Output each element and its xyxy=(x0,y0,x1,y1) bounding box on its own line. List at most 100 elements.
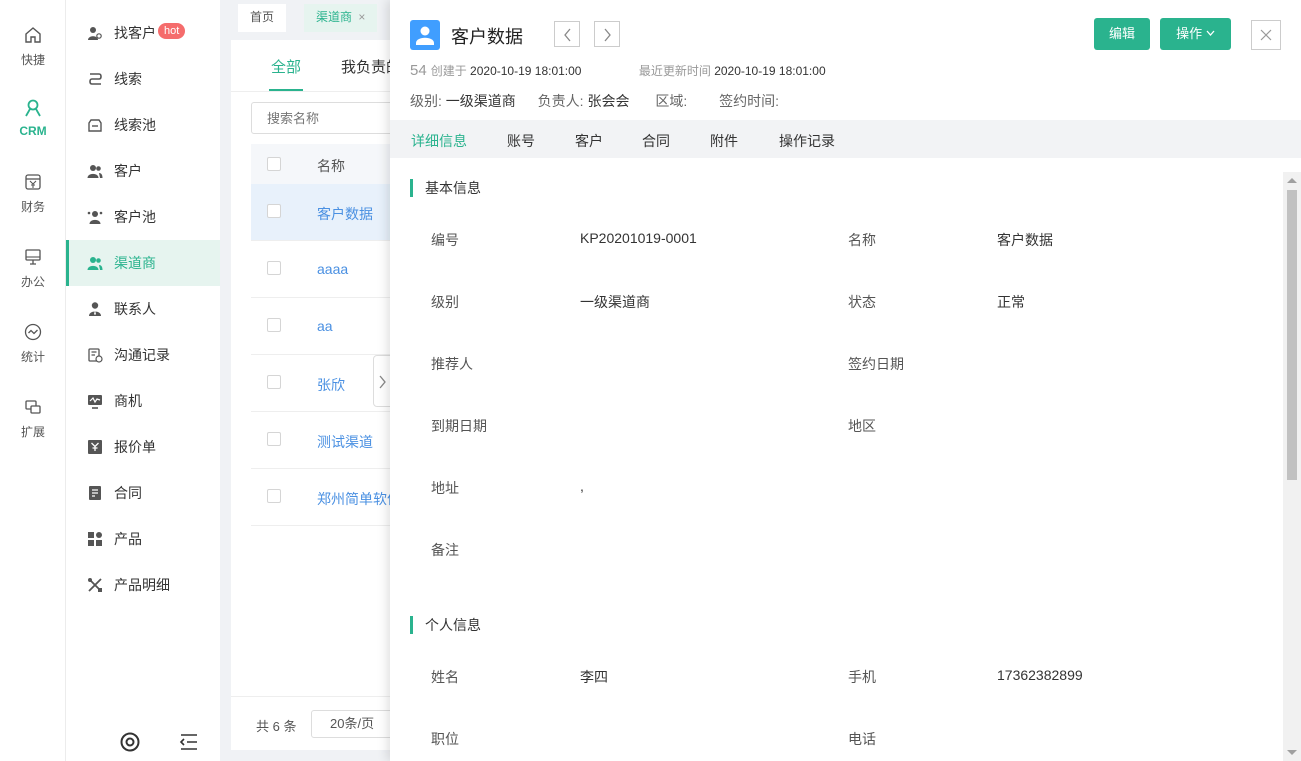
menu-label: 沟通记录 xyxy=(114,347,170,363)
rail-item-crm[interactable]: CRM xyxy=(0,98,66,138)
menu-item-product-detail[interactable]: 产品明细 xyxy=(66,562,220,608)
menu-label: 合同 xyxy=(114,485,142,501)
owner-label: 负责人: xyxy=(537,93,584,109)
menu-item-quotation[interactable]: 报价单 xyxy=(66,424,220,470)
tab-customers[interactable]: 客户 xyxy=(575,131,603,151)
row-checkbox[interactable] xyxy=(267,204,281,218)
rail-label: 快捷 xyxy=(20,53,45,67)
collapse-menu-icon[interactable] xyxy=(179,732,199,752)
row-name[interactable]: 测试渠道 xyxy=(317,432,373,452)
extend-icon xyxy=(25,400,41,414)
table-row[interactable]: aaaa xyxy=(251,241,391,298)
detail-body: 基本信息 编号 KP20201019-0001 名称 客户数据 级别 一级渠道商… xyxy=(390,158,1283,761)
table-row[interactable]: 客户数据 xyxy=(251,184,391,241)
menu-item-channel[interactable]: 渠道商 xyxy=(66,240,220,286)
close-tab-icon[interactable]: × xyxy=(358,10,365,24)
next-record-button[interactable] xyxy=(594,21,620,47)
close-button[interactable] xyxy=(1251,20,1281,50)
field-value-code: KP20201019-0001 xyxy=(580,230,697,246)
field-value-level: 一级渠道商 xyxy=(580,294,650,310)
settings-target-icon[interactable] xyxy=(119,731,141,753)
row-checkbox[interactable] xyxy=(267,318,281,332)
field-label-name: 名称 xyxy=(848,232,876,248)
rail-item-finance[interactable]: 财务 xyxy=(0,172,66,215)
rail-item-quick[interactable]: 快捷 xyxy=(0,25,66,68)
field-value-status: 正常 xyxy=(997,294,1025,310)
edit-button[interactable]: 编辑 xyxy=(1094,18,1150,50)
record-summary: 级别: 一级渠道商 负责人: 张会会 区域: 签约时间: xyxy=(410,91,779,111)
row-name[interactable]: aaaa xyxy=(317,261,348,277)
scrollbar-thumb[interactable] xyxy=(1287,190,1297,480)
row-checkbox[interactable] xyxy=(267,261,281,275)
tab-label: 渠道商 xyxy=(316,10,353,24)
level-label: 级别: xyxy=(410,93,442,109)
row-name[interactable]: aa xyxy=(317,318,333,334)
quotation-icon xyxy=(88,440,102,454)
field-label-sign-date: 签约日期 xyxy=(848,356,904,372)
table-row[interactable]: 郑州简单软件 xyxy=(251,469,391,526)
table-row[interactable]: aa xyxy=(251,298,391,355)
tab-home[interactable]: 首页 xyxy=(238,4,287,32)
menu-label: 线索 xyxy=(114,71,142,87)
home-icon xyxy=(25,27,41,43)
rail-item-office[interactable]: 办公 xyxy=(0,247,66,290)
tab-attachments[interactable]: 附件 xyxy=(710,131,738,151)
rail-label: 扩展 xyxy=(20,425,45,439)
menu-label: 找客户 xyxy=(114,25,156,41)
scroll-down-arrow-icon[interactable] xyxy=(1287,750,1297,755)
menu-label: 产品 xyxy=(114,531,142,547)
menu-item-find-customer[interactable]: 找客户 hot xyxy=(66,10,220,56)
table-row[interactable]: 张欣 xyxy=(251,355,391,412)
prev-record-button[interactable] xyxy=(554,21,580,47)
list-filter-tabs: 全部 我负责的 xyxy=(231,40,391,92)
finance-yen-icon xyxy=(25,174,41,190)
menu-item-customer-pool[interactable]: 客户池 xyxy=(66,194,220,240)
scroll-up-arrow-icon[interactable] xyxy=(1287,178,1297,183)
menu-item-lead-pool[interactable]: 线索池 xyxy=(66,102,220,148)
row-checkbox[interactable] xyxy=(267,432,281,446)
row-name[interactable]: 客户数据 xyxy=(317,204,373,224)
row-checkbox[interactable] xyxy=(267,375,281,389)
detail-header: 客户数据 编辑 操作 54 创建于 2020-10-19 18:01:00 最近更… xyxy=(390,0,1301,120)
users-icon xyxy=(87,165,103,178)
menu-label: 报价单 xyxy=(114,439,156,455)
tab-details[interactable]: 详细信息 xyxy=(411,131,467,151)
menu-item-product[interactable]: 产品 xyxy=(66,516,220,562)
filter-tab-all[interactable]: 全部 xyxy=(268,56,304,91)
customer-pool-icon xyxy=(87,211,103,224)
user-avatar-icon xyxy=(416,26,434,45)
tab-contracts[interactable]: 合同 xyxy=(642,131,670,151)
field-label-area: 地区 xyxy=(848,418,876,434)
menu-item-contacts[interactable]: 联系人 xyxy=(66,286,220,332)
select-all-checkbox[interactable] xyxy=(267,157,281,171)
page-size-select[interactable]: 20条/页 xyxy=(311,710,391,738)
menu-label: 线索池 xyxy=(114,117,156,133)
menu-item-opportunity[interactable]: 商机 xyxy=(66,378,220,424)
row-name[interactable]: 郑州简单软件 xyxy=(317,489,391,509)
row-checkbox[interactable] xyxy=(267,489,281,503)
field-label-position: 职位 xyxy=(431,731,459,747)
table-row[interactable]: 测试渠道 xyxy=(251,412,391,469)
tab-account[interactable]: 账号 xyxy=(507,131,535,151)
row-name[interactable]: 张欣 xyxy=(317,375,345,395)
chevron-left-icon xyxy=(564,28,571,42)
filter-tab-mine[interactable]: 我负责的 xyxy=(341,56,391,77)
search-input[interactable] xyxy=(251,102,391,134)
avatar xyxy=(410,20,440,50)
menu-item-communication[interactable]: 沟通记录 xyxy=(66,332,220,378)
rail-item-stats[interactable]: 统计 xyxy=(0,322,66,365)
rail-item-extend[interactable]: 扩展 xyxy=(0,397,66,440)
chevron-down-icon xyxy=(1206,30,1215,36)
field-label-code: 编号 xyxy=(431,232,459,248)
field-value-address: , xyxy=(580,478,584,494)
rail-label: CRM xyxy=(19,124,47,138)
tab-operation-log[interactable]: 操作记录 xyxy=(779,131,835,151)
menu-item-contract[interactable]: 合同 xyxy=(66,470,220,516)
tab-channel[interactable]: 渠道商 × xyxy=(304,4,378,32)
collapse-handle[interactable] xyxy=(373,355,391,407)
detail-scrollbar[interactable] xyxy=(1283,172,1301,761)
menu-item-customers[interactable]: 客户 xyxy=(66,148,220,194)
menu-item-leads[interactable]: 线索 xyxy=(66,56,220,102)
rail-label: 办公 xyxy=(20,275,45,289)
action-dropdown-button[interactable]: 操作 xyxy=(1160,18,1231,50)
